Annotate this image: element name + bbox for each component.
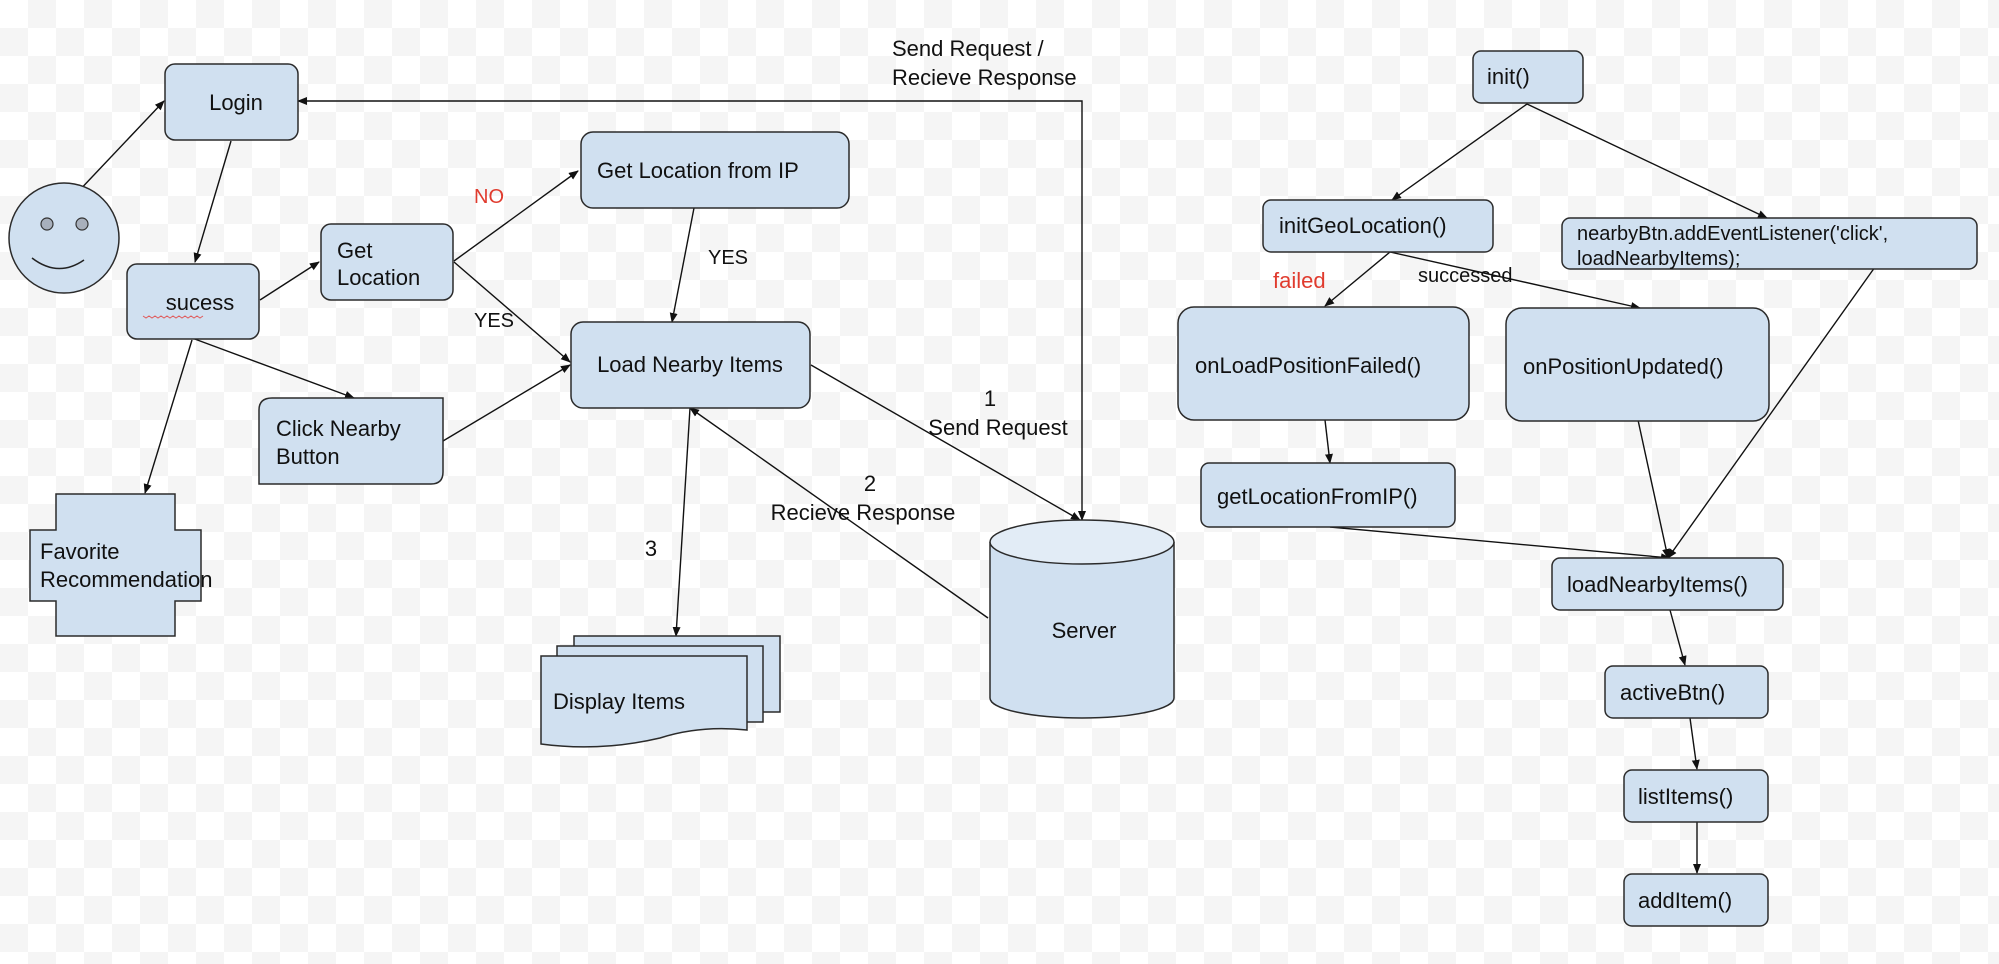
edge-label-recieve-response: Recieve Response — [771, 500, 956, 525]
node-favorite-label-1: Favorite — [40, 539, 119, 564]
node-load-nearby-items-fn-label: loadNearbyItems() — [1567, 572, 1748, 597]
edge-load-to-display — [672, 407, 691, 637]
edge-load-to-server — [810, 364, 1081, 521]
node-event-listener-label-1: nearbyBtn.addEventListener('click', — [1577, 223, 1888, 245]
edge-label-recieve-response-top: Recieve Response — [892, 65, 1077, 90]
edge-label-send-request: Send Request — [928, 415, 1067, 440]
edge-ip-to-load — [669, 207, 695, 323]
node-on-position-updated[interactable]: onPositionUpdated() — [1505, 307, 1770, 422]
edge-actor-to-login — [74, 100, 165, 196]
node-event-listener-label-2: loadNearbyItems); — [1577, 248, 1740, 270]
node-event-listener[interactable]: nearbyBtn.addEventListener('click', load… — [1561, 217, 1978, 270]
node-click-nearby-label-1: Click Nearby — [276, 416, 401, 441]
edge-success-to-click — [191, 337, 355, 399]
node-login-label: Login — [209, 90, 263, 115]
node-load-nearby-items[interactable]: Load Nearby Items — [570, 321, 811, 409]
edge-initgeo-to-failed — [1324, 251, 1391, 307]
node-click-nearby-button[interactable]: Click Nearby Button — [258, 397, 444, 485]
node-list-items[interactable]: listItems() — [1623, 769, 1769, 823]
node-load-nearby-items-fn[interactable]: loadNearbyItems() — [1551, 557, 1784, 611]
node-get-location-label-2: Location — [337, 265, 420, 290]
actor-smiley-icon[interactable] — [8, 182, 120, 294]
node-active-btn-label: activeBtn() — [1620, 680, 1725, 705]
edge-getlocip-to-loadfn — [1329, 526, 1671, 562]
node-favorite-label-2: Recommendation — [40, 567, 212, 592]
node-get-location-from-ip-fn-label: getLocationFromIP() — [1217, 484, 1418, 509]
node-display-items-label: Display Items — [553, 689, 685, 714]
edge-init-to-initgeo — [1391, 103, 1528, 201]
node-get-location[interactable]: Get Location — [320, 223, 454, 301]
node-success[interactable]: sucess — [126, 263, 260, 340]
node-init-label: init() — [1487, 64, 1530, 89]
node-click-nearby-label-2: Button — [276, 444, 340, 469]
edge-loadfn-to-activebtn — [1669, 609, 1687, 666]
edge-label-step-3: 3 — [645, 536, 657, 561]
edge-getlocation-to-ip — [453, 170, 579, 262]
node-init[interactable]: init() — [1472, 50, 1584, 104]
node-server-database[interactable]: Server — [989, 519, 1175, 719]
flowchart-canvas: Login sucess Get Location Get Location f… — [8, 36, 1978, 927]
edge-updated-to-loadfn — [1637, 419, 1670, 559]
edge-label-step-1: 1 — [984, 386, 996, 411]
node-get-location-from-ip-fn[interactable]: getLocationFromIP() — [1200, 462, 1456, 528]
edge-label-yes-getlocation: YES — [474, 310, 514, 332]
node-success-label: sucess — [166, 290, 234, 315]
node-server-label: Server — [1052, 618, 1117, 643]
node-list-items-label: listItems() — [1638, 784, 1733, 809]
edge-init-to-listener — [1526, 103, 1768, 219]
node-display-items[interactable]: Display Items — [540, 635, 781, 748]
edge-success-to-favorite — [143, 339, 193, 494]
node-on-load-position-failed-label: onLoadPositionFailed() — [1195, 353, 1421, 378]
edge-label-successed: successed — [1418, 265, 1513, 287]
node-init-geolocation-label: initGeoLocation() — [1279, 213, 1447, 238]
edge-activebtn-to-listitems — [1689, 717, 1700, 770]
node-favorite-recommendation[interactable]: Favorite Recommendation — [29, 493, 212, 637]
node-add-item-label: addItem() — [1638, 888, 1732, 913]
node-load-nearby-items-label: Load Nearby Items — [597, 352, 783, 377]
node-on-load-position-failed[interactable]: onLoadPositionFailed() — [1177, 306, 1470, 421]
node-get-location-from-ip[interactable]: Get Location from IP — [580, 131, 850, 209]
edge-click-to-load — [442, 364, 571, 442]
edge-label-no: NO — [474, 186, 504, 208]
edge-success-to-getlocation — [259, 261, 320, 301]
node-get-location-label-1: Get — [337, 238, 372, 263]
node-on-position-updated-label: onPositionUpdated() — [1523, 354, 1724, 379]
node-add-item[interactable]: addItem() — [1623, 873, 1769, 927]
edge-failed-to-getlocip — [1324, 419, 1333, 464]
edge-label-step-2: 2 — [864, 471, 876, 496]
edge-label-failed: failed — [1273, 268, 1326, 293]
node-active-btn[interactable]: activeBtn() — [1604, 665, 1769, 719]
node-login[interactable]: Login — [164, 63, 299, 141]
node-init-geolocation[interactable]: initGeoLocation() — [1262, 199, 1494, 253]
edge-label-send-request-slash: Send Request / — [892, 36, 1045, 61]
edge-login-to-success — [193, 140, 232, 263]
edge-label-yes-ip: YES — [708, 247, 748, 269]
node-get-location-from-ip-label: Get Location from IP — [597, 158, 799, 183]
